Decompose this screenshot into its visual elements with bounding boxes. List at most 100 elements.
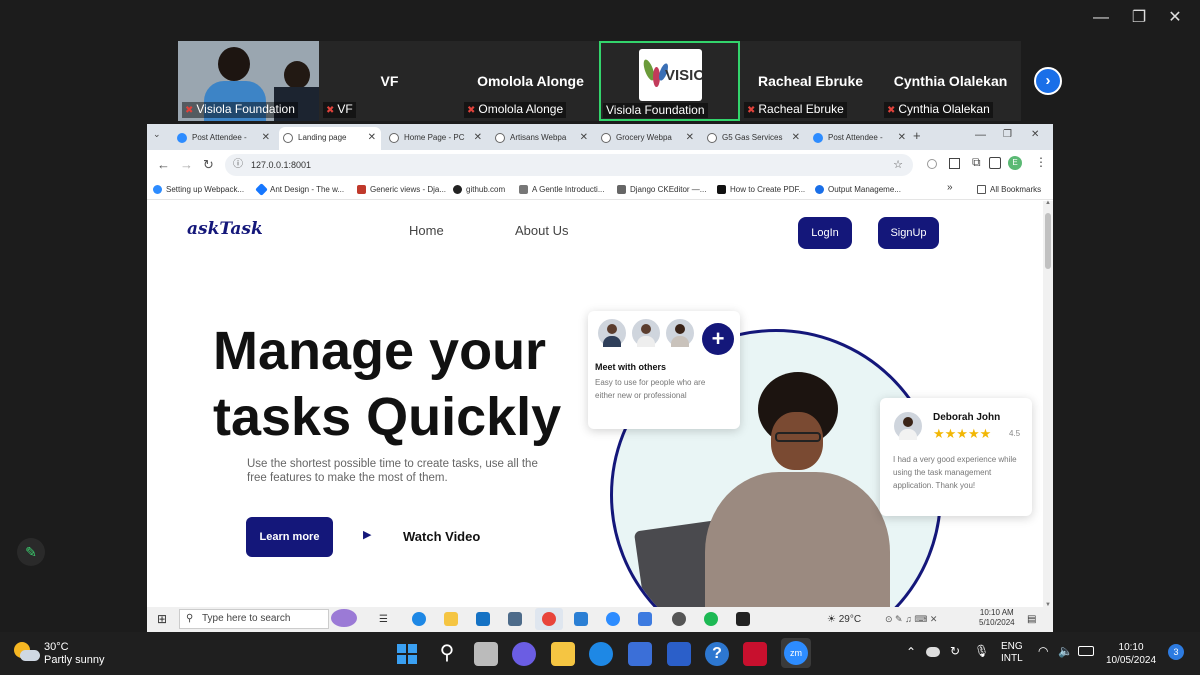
notification-badge[interactable]: 3: [1168, 644, 1184, 660]
reload-icon[interactable]: ↻: [203, 156, 214, 174]
site-info-icon[interactable]: ⓘ: [233, 154, 243, 176]
bookmark[interactable]: github.com: [453, 184, 505, 196]
search-icon[interactable]: ⚲: [435, 642, 459, 666]
app-icon[interactable]: [667, 642, 691, 666]
participant-tile-active[interactable]: VISIO Visiola Foundation: [599, 41, 740, 121]
weather-icon[interactable]: ☀ 29°C: [827, 612, 861, 627]
tab[interactable]: Grocery Webpa ✕: [597, 127, 699, 150]
signup-button[interactable]: SignUp: [878, 217, 939, 249]
windows-start-icon[interactable]: ⊞: [157, 612, 167, 627]
chrome-taskbar-active[interactable]: [535, 608, 563, 630]
back-icon[interactable]: ←: [157, 156, 170, 174]
edge-icon[interactable]: [412, 612, 426, 627]
address-bar[interactable]: ⓘ 127.0.0.1:8001 ☆: [225, 154, 913, 176]
bookmark[interactable]: Ant Design - The w...: [255, 183, 344, 197]
zoom-icon[interactable]: [606, 612, 620, 627]
scrollbar-thumb[interactable]: [1045, 213, 1051, 269]
windows-start-icon[interactable]: [395, 642, 419, 666]
nav-about-us[interactable]: About Us: [515, 223, 568, 238]
site-logo[interactable]: askTask: [187, 219, 263, 239]
tab[interactable]: Post Attendee - ✕: [809, 127, 911, 150]
spotify-icon[interactable]: [704, 612, 718, 627]
sync-icon[interactable]: ↻: [950, 644, 960, 658]
bookmark[interactable]: Django CKEditor —...: [617, 184, 706, 196]
tab[interactable]: G5 Gas Services ✕: [703, 127, 805, 150]
play-icon[interactable]: ▶: [363, 528, 371, 541]
menu-kebab-icon[interactable]: ⋮: [1035, 155, 1047, 169]
tab[interactable]: Artisans Webpa ✕: [491, 127, 593, 150]
tab[interactable]: Home Page - PC ✕: [385, 127, 487, 150]
bookmark[interactable]: How to Create PDF...: [717, 184, 805, 196]
wifi-icon[interactable]: ◠: [1038, 644, 1048, 658]
bookmark-star-icon[interactable]: ☆: [893, 154, 903, 176]
tab-close-icon[interactable]: ✕: [686, 127, 694, 149]
cloud-tray-icon[interactable]: [926, 647, 940, 657]
forward-icon[interactable]: →: [180, 156, 193, 174]
close-icon[interactable]: ✕: [1031, 129, 1039, 140]
task-view-icon[interactable]: ☰: [379, 612, 388, 627]
terminal-icon[interactable]: [736, 612, 750, 627]
volume-icon[interactable]: 🔈: [1058, 644, 1073, 658]
file-explorer-icon[interactable]: [551, 642, 575, 666]
tab[interactable]: Post Attendee - ✕: [173, 127, 275, 150]
search-highlight-icon[interactable]: [331, 609, 357, 627]
extension-icon[interactable]: [927, 159, 937, 169]
mail-icon[interactable]: [476, 612, 490, 627]
profile-avatar[interactable]: E: [1008, 156, 1022, 170]
tab-search-icon[interactable]: ⌄: [153, 129, 161, 140]
notification-icon[interactable]: ▤: [1027, 612, 1036, 627]
tab-close-icon[interactable]: ✕: [474, 127, 482, 149]
help-icon[interactable]: ?: [705, 642, 729, 666]
login-button[interactable]: LogIn: [798, 217, 852, 249]
tab-close-icon[interactable]: ✕: [792, 127, 800, 149]
participant-tile[interactable]: VF ✖ VF: [319, 41, 460, 121]
microphone-icon[interactable]: 🎙: [974, 644, 989, 658]
system-tray-icons[interactable]: ⊙ ✎ ♫ ⌨ ✕: [885, 612, 937, 627]
weather-widget[interactable]: [14, 642, 40, 664]
file-explorer-icon[interactable]: [444, 612, 458, 627]
watch-video-link[interactable]: Watch Video: [403, 529, 480, 544]
page-scrollbar[interactable]: ▲ ▼: [1043, 200, 1053, 608]
tab-close-icon[interactable]: ✕: [580, 127, 588, 149]
bookmark[interactable]: A Gentle Introducti...: [519, 184, 604, 196]
minimize-icon[interactable]: —: [975, 129, 986, 141]
vscode-icon[interactable]: [574, 612, 588, 627]
close-icon[interactable]: ✕: [1152, 8, 1198, 28]
clock[interactable]: 10:10 AM 5/10/2024: [979, 608, 1015, 628]
new-tab-button[interactable]: +: [913, 128, 921, 143]
tab-close-icon[interactable]: ✕: [262, 127, 270, 149]
extensions-puzzle-icon[interactable]: ⧉: [972, 155, 981, 170]
scroll-up-icon[interactable]: ▲: [1045, 200, 1051, 206]
participant-tile[interactable]: ✖ Visiola Foundation: [178, 41, 319, 121]
tab-close-icon[interactable]: ✕: [898, 127, 906, 149]
tab-close-icon[interactable]: ✕: [368, 127, 376, 149]
restore-icon[interactable]: ❐: [1003, 129, 1012, 140]
bookmark[interactable]: Output Manageme...: [815, 184, 901, 196]
store-icon[interactable]: [628, 642, 652, 666]
battery-icon[interactable]: [1078, 646, 1094, 656]
app-icon[interactable]: [638, 612, 652, 627]
bookmarks-overflow-icon[interactable]: »: [947, 182, 953, 194]
bookmark[interactable]: Generic views - Dja...: [357, 184, 446, 196]
annotate-pen-icon[interactable]: ✎: [17, 538, 45, 566]
qr-extension-icon[interactable]: [949, 158, 960, 169]
all-bookmarks[interactable]: All Bookmarks: [977, 184, 1041, 196]
nav-home[interactable]: Home: [409, 223, 444, 238]
app-icon[interactable]: [672, 612, 686, 627]
taskbar-search-input[interactable]: ⚲ Type here to search: [179, 609, 329, 629]
bookmark[interactable]: Setting up Webpack...: [153, 184, 244, 196]
add-member-button[interactable]: +: [702, 323, 734, 355]
virtualbox-icon[interactable]: [508, 612, 522, 627]
participant-tile[interactable]: Racheal Ebruke ✖ Racheal Ebruke: [740, 41, 881, 121]
learn-more-button[interactable]: Learn more: [246, 517, 333, 557]
tab-active[interactable]: Landing page ✕: [279, 127, 381, 150]
sidepanel-icon[interactable]: [989, 157, 1001, 169]
system-clock[interactable]: 10:10 10/05/2024: [1106, 641, 1156, 667]
chevron-up-icon[interactable]: ⌃: [906, 645, 916, 659]
participant-tile[interactable]: Omolola Alonge ✖ Omolola Alonge: [460, 41, 601, 121]
participant-tile[interactable]: Cynthia Olalekan ✖ Cynthia Olalekan: [880, 41, 1021, 121]
mcafee-icon[interactable]: [743, 642, 767, 666]
chat-icon[interactable]: [512, 642, 536, 666]
edge-icon[interactable]: [589, 642, 613, 666]
input-language[interactable]: ENG INTL: [1001, 641, 1023, 665]
